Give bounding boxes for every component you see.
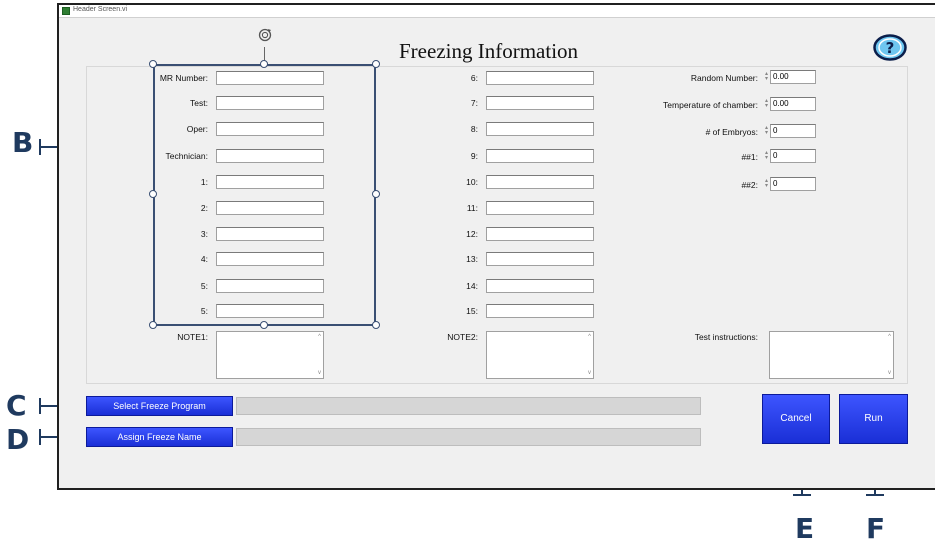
resize-handle-tl[interactable] — [149, 60, 157, 68]
middle_fields-input[interactable] — [486, 96, 594, 110]
left_fields-input[interactable] — [216, 201, 324, 215]
left_fields-label: 5: — [200, 306, 208, 316]
callout-c-tick — [39, 398, 41, 414]
resize-handle-bm[interactable] — [260, 321, 268, 329]
middle_fields-input[interactable] — [486, 304, 594, 318]
app-icon — [62, 7, 70, 15]
left_fields-input[interactable] — [216, 175, 324, 189]
callout-f: F — [866, 512, 886, 545]
window-title: Header Screen.vi — [73, 6, 128, 13]
run-button[interactable]: Run — [839, 394, 908, 444]
left_fields-input[interactable] — [216, 122, 324, 136]
callout-f-tick — [866, 494, 884, 496]
left_fields-input[interactable] — [216, 279, 324, 293]
rotate-handle-icon[interactable] — [257, 27, 273, 43]
callout-d: D — [6, 423, 30, 456]
cancel-button[interactable]: Cancel — [762, 394, 830, 444]
resize-handle-br[interactable] — [372, 321, 380, 329]
left_fields-input[interactable] — [216, 149, 324, 163]
numeric-field-label: Random Number: — [690, 73, 758, 83]
left_fields-label: Oper: — [186, 124, 208, 134]
numeric-field-input[interactable]: 0.00 — [770, 97, 816, 111]
left_fields-label: 5: — [200, 281, 208, 291]
test-instructions-textarea[interactable]: ^ v — [769, 331, 894, 379]
middle_fields-input[interactable] — [486, 252, 594, 266]
middle_fields-label: 14: — [466, 281, 478, 291]
middle_fields-label: 11: — [466, 203, 478, 213]
spinner-arrows-icon[interactable]: ▴ ▾ — [764, 178, 769, 190]
page-title: Freezing Information — [399, 39, 579, 63]
callout-b: B — [12, 126, 34, 159]
numeric-field-input[interactable]: 0 — [770, 149, 816, 163]
note1-textarea[interactable]: ^ v — [216, 331, 324, 379]
resize-handle-bl[interactable] — [149, 321, 157, 329]
scroll-down-icon[interactable]: v — [318, 370, 321, 376]
note2-textarea[interactable]: ^ v — [486, 331, 594, 379]
callout-e-tick — [793, 494, 811, 496]
callout-c: C — [6, 389, 27, 422]
numeric-field-label: ##2: — [741, 180, 758, 190]
scroll-down-icon[interactable]: v — [888, 370, 891, 376]
resize-handle-tm[interactable] — [260, 60, 268, 68]
middle_fields-label: 8: — [470, 124, 478, 134]
help-icon: ? — [873, 34, 907, 61]
numeric-field-label: ##1: — [741, 152, 758, 162]
left_fields-label: Technician: — [165, 151, 208, 161]
middle_fields-input[interactable] — [486, 175, 594, 189]
callout-e: E — [795, 512, 815, 545]
test-instructions-label: Test instructions: — [694, 332, 758, 342]
numeric-field-label: # of Embryos: — [705, 127, 758, 137]
middle_fields-input[interactable] — [486, 227, 594, 241]
left_fields-label: Test: — [190, 98, 208, 108]
resize-handle-ml[interactable] — [149, 190, 157, 198]
left_fields-label: 1: — [200, 177, 208, 187]
middle_fields-label: 10: — [466, 177, 478, 187]
note1-label: NOTE1: — [177, 332, 208, 342]
middle_fields-label: 9: — [470, 151, 478, 161]
note2-label: NOTE2: — [447, 332, 478, 342]
left_fields-input[interactable] — [216, 304, 324, 318]
numeric-field-input[interactable]: 0 — [770, 177, 816, 191]
middle_fields-label: 15: — [466, 306, 478, 316]
middle_fields-label: 7: — [470, 98, 478, 108]
middle_fields-input[interactable] — [486, 149, 594, 163]
middle_fields-input[interactable] — [486, 201, 594, 215]
middle_fields-input[interactable] — [486, 279, 594, 293]
numeric-field-label: Temperature of chamber: — [663, 100, 758, 110]
scroll-up-icon[interactable]: ^ — [318, 334, 321, 340]
numeric-field-input[interactable]: 0.00 — [770, 70, 816, 84]
resize-handle-tr[interactable] — [372, 60, 380, 68]
left_fields-label: 2: — [200, 203, 208, 213]
scroll-down-icon[interactable]: v — [588, 370, 591, 376]
numeric-field-input[interactable]: 0 — [770, 124, 816, 138]
middle_fields-label: 6: — [470, 73, 478, 83]
left_fields-input[interactable] — [216, 227, 324, 241]
left_fields-input[interactable] — [216, 71, 324, 85]
left_fields-input[interactable] — [216, 96, 324, 110]
middle_fields-input[interactable] — [486, 71, 594, 85]
select-freeze-program-button[interactable]: Select Freeze Program — [86, 396, 233, 416]
freeze-name-display — [236, 428, 701, 446]
middle_fields-label: 12: — [466, 229, 478, 239]
callout-b-tick — [39, 139, 41, 155]
left_fields-label: MR Number: — [159, 73, 208, 83]
spinner-arrows-icon[interactable]: ▴ ▾ — [764, 98, 769, 110]
left_fields-label: 3: — [200, 229, 208, 239]
spinner-arrows-icon[interactable]: ▴ ▾ — [764, 150, 769, 162]
middle_fields-input[interactable] — [486, 122, 594, 136]
spinner-arrows-icon[interactable]: ▴ ▾ — [764, 71, 769, 83]
resize-handle-mr[interactable] — [372, 190, 380, 198]
scroll-up-icon[interactable]: ^ — [888, 334, 891, 340]
freeze-program-display — [236, 397, 701, 415]
scroll-up-icon[interactable]: ^ — [588, 334, 591, 340]
assign-freeze-name-button[interactable]: Assign Freeze Name — [86, 427, 233, 447]
left_fields-input[interactable] — [216, 252, 324, 266]
middle_fields-label: 13: — [466, 254, 478, 264]
svg-text:?: ? — [886, 39, 895, 57]
title-bar: Header Screen.vi — [59, 5, 935, 18]
spinner-arrows-icon[interactable]: ▴ ▾ — [764, 125, 769, 137]
left_fields-label: 4: — [200, 254, 208, 264]
callout-d-tick — [39, 429, 41, 445]
help-button[interactable]: ? — [873, 34, 907, 61]
